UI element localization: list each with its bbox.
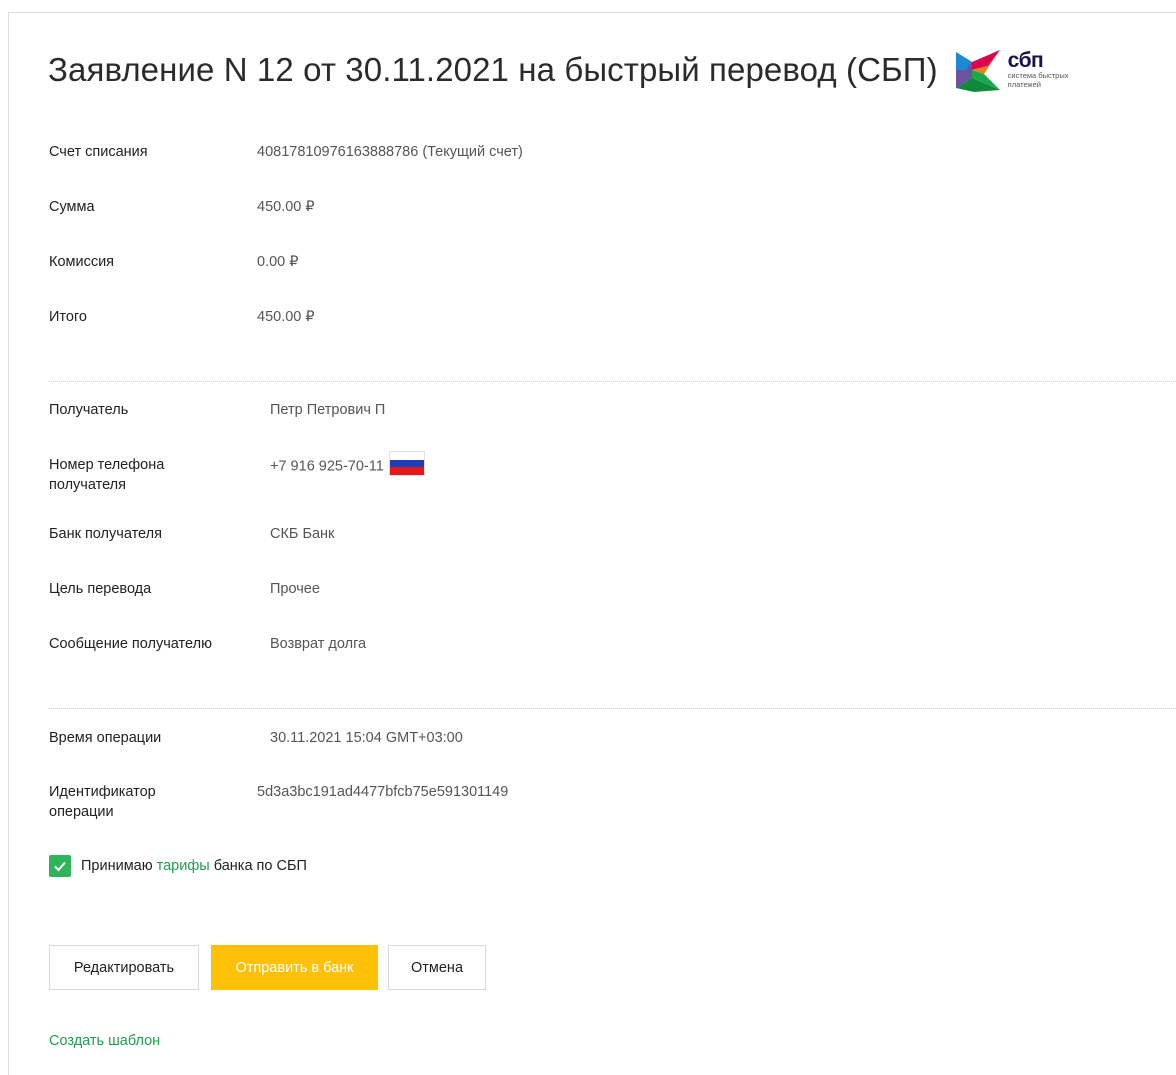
detail-value: 450.00 ₽ <box>257 199 315 215</box>
detail-value: 40817810976163888786 (Текущий счет) <box>257 144 523 160</box>
sbp-logo: сбп система быстрых платежей <box>952 44 1088 96</box>
header: Заявление N 12 от 30.11.2021 на быстрый … <box>48 44 1088 96</box>
tariffs-link[interactable]: тарифы <box>157 858 210 874</box>
sbp-logo-icon <box>955 50 1000 92</box>
detail-label: Идентификатор операции <box>49 784 156 820</box>
detail-value: 30.11.2021 15:04 GMT+03:00 <box>270 730 463 746</box>
detail-label: Комиссия <box>49 254 115 270</box>
detail-value: 450.00 ₽ <box>257 309 315 325</box>
agree-suffix: банка по СБП <box>213 858 307 874</box>
detail-value: Петр Петрович П <box>270 402 386 418</box>
detail-value: 0.00 ₽ <box>257 254 299 270</box>
detail-label: Время операции <box>49 730 162 746</box>
detail-label: Банк получателя <box>49 526 162 542</box>
phone-value: +7 916 925-70-11 <box>270 458 384 475</box>
detail-label: Номер телефона получателя <box>49 457 165 493</box>
section-divider <box>49 708 1176 709</box>
send-to-bank-button[interactable]: Отправить в банк <box>211 945 378 990</box>
detail-value: СКБ Банк <box>270 526 335 542</box>
detail-value: Прочее <box>270 581 320 597</box>
detail-value: Возврат долга <box>270 636 367 652</box>
section-divider <box>49 381 1176 382</box>
detail-label: Счет списания <box>49 144 148 160</box>
tariff-agreement: Принимаю тарифы банка по СБП <box>49 855 307 877</box>
detail-label: Итого <box>49 309 87 325</box>
page-title: Заявление N 12 от 30.11.2021 на быстрый … <box>48 51 938 88</box>
sbp-logo-subtitle: система быстрых платежей <box>1007 71 1069 89</box>
checkmark-icon <box>54 861 66 872</box>
detail-label: Цель перевода <box>49 581 152 597</box>
detail-label: Получатель <box>49 402 129 418</box>
detail-label: Сумма <box>49 199 95 215</box>
detail-value: 5d3a3bc191ad4477bfcb75e591301149 <box>257 784 509 800</box>
edit-button[interactable]: Редактировать <box>49 945 199 990</box>
detail-label: Сообщение получателю <box>49 636 212 652</box>
agree-prefix: Принимаю <box>81 858 153 874</box>
russia-flag-icon <box>389 452 424 475</box>
create-template-link[interactable]: Создать шаблон <box>49 1033 160 1049</box>
cancel-button[interactable]: Отмена <box>388 945 486 990</box>
phone-value-wrap: +7 916 925-70-11 <box>270 452 424 478</box>
agree-checkbox[interactable] <box>49 855 71 877</box>
sbp-logo-name: сбп <box>1007 49 1044 73</box>
